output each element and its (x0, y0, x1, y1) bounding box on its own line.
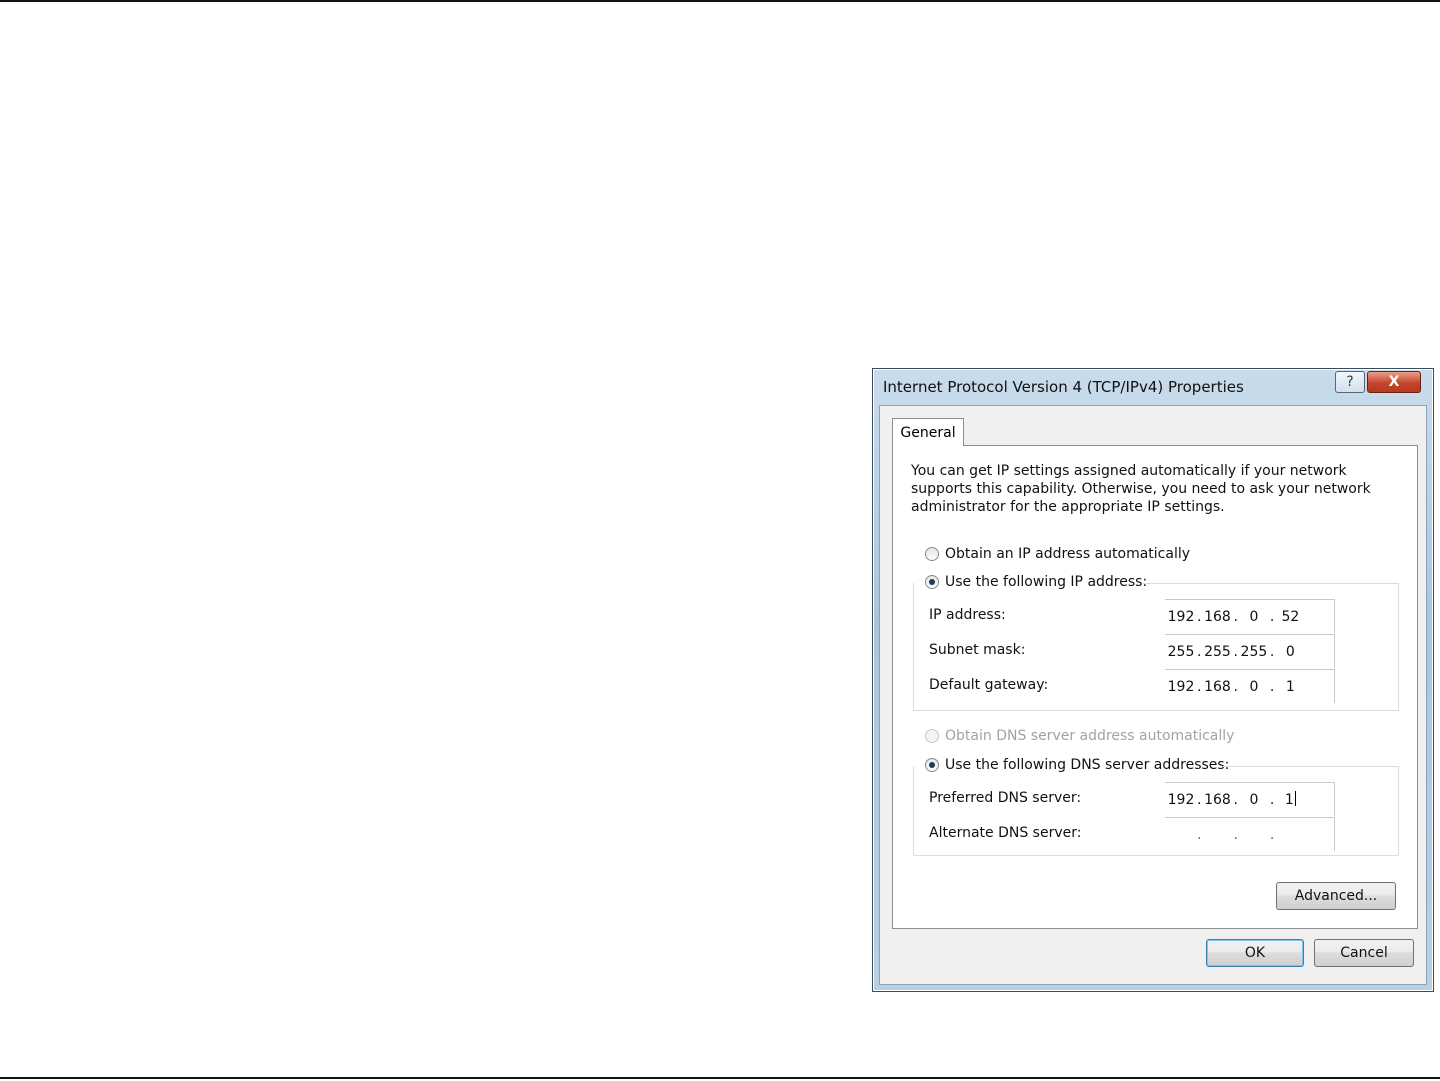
subnet-mask-octet-2: 255 (1204, 643, 1231, 660)
general-tab-panel: You can get IP settings assigned automat… (892, 445, 1418, 929)
close-icon: X (1388, 374, 1400, 390)
preferred-dns-octet-1: 192 (1167, 791, 1195, 808)
subnet-mask-label: Subnet mask: (929, 642, 1026, 658)
tcpip-properties-dialog: Internet Protocol Version 4 (TCP/IPv4) P… (872, 368, 1434, 992)
alternate-dns-label: Alternate DNS server: (929, 825, 1082, 841)
preferred-dns-octet-3: 0 (1249, 791, 1259, 808)
preferred-dns-octet-4: 1 (1284, 792, 1294, 808)
obtain-dns-auto-radio[interactable] (925, 729, 939, 743)
description-text: You can get IP settings assigned automat… (911, 463, 1371, 515)
gateway-octet-1: 192 (1167, 678, 1195, 695)
default-gateway-label: Default gateway: (929, 677, 1049, 693)
obtain-ip-auto-radio[interactable] (925, 547, 939, 561)
tab-general[interactable]: General (892, 418, 964, 446)
close-button[interactable]: X (1367, 371, 1421, 393)
bottom-rule (0, 1077, 1440, 1079)
default-gateway-input[interactable]: 192. 168. 0. 1 (1165, 669, 1335, 703)
text-caret (1294, 791, 1296, 806)
gateway-octet-2: 168 (1204, 678, 1231, 695)
gateway-octet-4: 1 (1285, 678, 1295, 695)
subnet-mask-octet-3: 255 (1240, 643, 1268, 660)
ip-address-input[interactable]: 192. 168. 0. 52 (1165, 599, 1335, 633)
alternate-dns-input[interactable]: . . . (1165, 817, 1335, 851)
cancel-button[interactable]: Cancel (1314, 939, 1414, 967)
preferred-dns-octet-4-wrap: 1 (1274, 791, 1306, 808)
dialog-client-area: General You can get IP settings assigned… (879, 405, 1427, 985)
subnet-mask-octet-1: 255 (1167, 643, 1195, 660)
preferred-dns-label: Preferred DNS server: (929, 790, 1082, 806)
ip-address-octet-4: 52 (1281, 608, 1300, 625)
obtain-dns-auto-option[interactable]: Obtain DNS server address automatically (925, 728, 1234, 744)
preferred-dns-octet-2: 168 (1204, 791, 1231, 808)
advanced-button[interactable]: Advanced... (1276, 882, 1396, 910)
top-rule (0, 0, 1440, 2)
ip-address-octet-1: 192 (1167, 608, 1195, 625)
dialog-title: Internet Protocol Version 4 (TCP/IPv4) P… (883, 378, 1244, 396)
ip-address-label: IP address: (929, 607, 1006, 623)
ok-button[interactable]: OK (1206, 939, 1304, 967)
preferred-dns-input[interactable]: 192. 168. 0. 1 (1165, 782, 1335, 816)
obtain-dns-auto-label: Obtain DNS server address automatically (945, 728, 1235, 744)
help-icon: ? (1346, 374, 1354, 390)
ip-address-octet-3: 0 (1249, 608, 1259, 625)
subnet-mask-octet-4: 0 (1285, 643, 1295, 660)
gateway-octet-3: 0 (1249, 678, 1259, 695)
dialog-titlebar[interactable]: Internet Protocol Version 4 (TCP/IPv4) P… (873, 369, 1433, 405)
help-button[interactable]: ? (1335, 371, 1365, 393)
ip-address-octet-2: 168 (1204, 608, 1231, 625)
subnet-mask-input[interactable]: 255. 255. 255. 0 (1165, 634, 1335, 668)
obtain-ip-auto-option[interactable]: Obtain an IP address automatically (925, 546, 1190, 562)
obtain-ip-auto-label: Obtain an IP address automatically (945, 546, 1191, 562)
